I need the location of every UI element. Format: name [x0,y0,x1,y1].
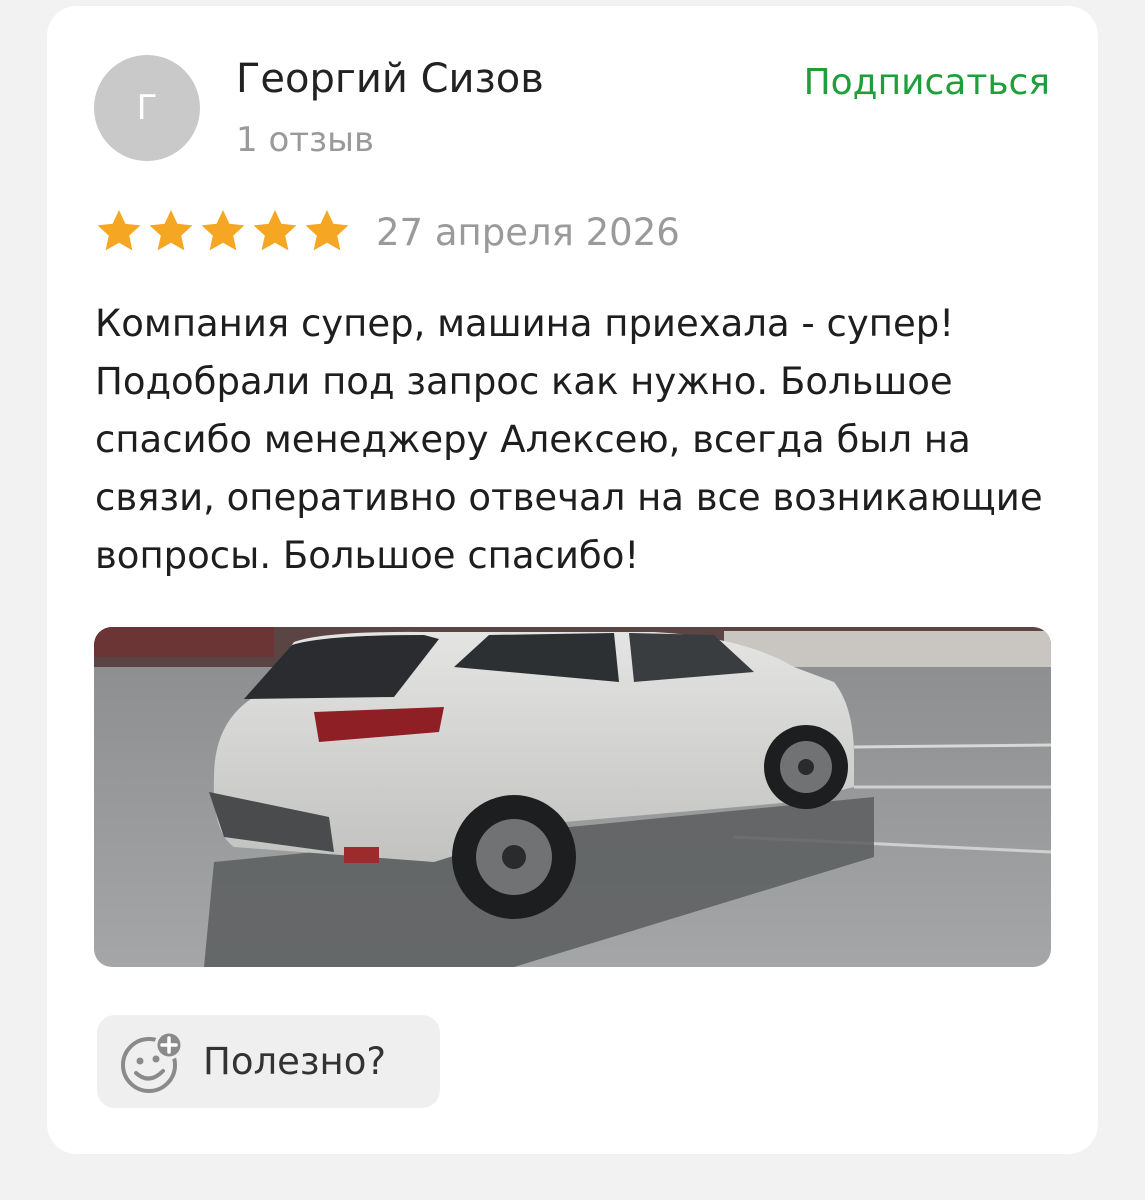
avatar-letter: Г [136,88,158,128]
star-icon [201,210,245,251]
author-name[interactable]: Георгий Сизов [236,56,544,102]
helpful-label: Полезно? [203,1040,387,1083]
review-date: 27 апреля 2026 [376,211,680,254]
smiley-plus-icon [121,1030,184,1093]
star-icon [149,210,193,251]
review-count: 1 отзыв [236,120,375,160]
rating-stars [94,207,352,255]
car-photo [94,627,1051,967]
star-icon [97,210,141,251]
review-photo[interactable] [94,627,1051,967]
review-card: Г Георгий Сизов 1 отзыв Подписаться 27 а… [47,6,1098,1154]
subscribe-button[interactable]: Подписаться [804,62,1050,103]
helpful-button[interactable]: Полезно? [97,1015,440,1108]
star-icon [253,210,297,251]
star-icon [305,210,349,251]
avatar[interactable]: Г [94,55,200,161]
review-text: Компания супер, машина приехала - супер!… [95,302,1043,577]
